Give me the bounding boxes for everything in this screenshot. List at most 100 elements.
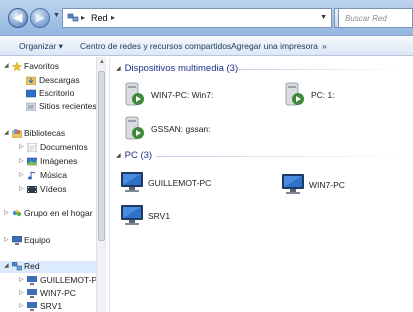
computer-item[interactable]: GUILLEMOT-PC bbox=[120, 169, 260, 197]
command-bar: Organizar ▾ Centro de redes y recursos c… bbox=[0, 36, 413, 56]
navigation-pane: ◢ Favoritos Descargas Escritorio Sitios … bbox=[0, 57, 110, 312]
nav-label: Escritorio bbox=[39, 88, 75, 98]
nav-item-videos[interactable]: ▷ Vídeos bbox=[0, 184, 96, 196]
media-device-item[interactable]: PC: 1: bbox=[283, 81, 403, 109]
organize-button[interactable]: Organizar ▾ bbox=[19, 41, 63, 52]
item-label: SRV1 bbox=[148, 211, 171, 221]
nav-label: GUILLEMOT-PC bbox=[40, 275, 104, 285]
nav-item-documents[interactable]: ▷ Documentos bbox=[0, 142, 96, 154]
search-placeholder: Buscar Red bbox=[345, 14, 387, 23]
expand-arrow-icon[interactable]: ▷ bbox=[19, 143, 24, 150]
nav-item-network-pc[interactable]: ▷ SRV1 bbox=[0, 301, 96, 312]
scroll-up-icon[interactable]: ▲ bbox=[99, 59, 105, 65]
nav-item-favorites[interactable]: ◢ Favoritos bbox=[0, 61, 96, 73]
videos-icon bbox=[27, 186, 37, 193]
collapse-arrow-icon[interactable]: ◢ bbox=[116, 66, 121, 72]
expand-arrow-icon[interactable]: ▷ bbox=[4, 236, 9, 243]
back-button[interactable]: ◀ bbox=[8, 8, 28, 28]
nav-item-music[interactable]: ▷ Música bbox=[0, 170, 96, 182]
downloads-folder-icon bbox=[26, 76, 36, 85]
content-pane: ◢ Dispositivos multimedia (3) WIN7-PC: Wi… bbox=[111, 57, 413, 312]
media-server-icon bbox=[125, 82, 144, 106]
nav-label: Descargas bbox=[39, 75, 80, 85]
nav-label: Vídeos bbox=[40, 184, 67, 194]
nav-label: Grupo en el hogar bbox=[24, 208, 93, 218]
nav-item-network-pc[interactable]: ▷ GUILLEMOT-PC bbox=[0, 275, 103, 287]
nav-item-downloads[interactable]: Descargas bbox=[0, 75, 96, 87]
collapse-arrow-icon[interactable]: ◢ bbox=[4, 262, 9, 269]
media-device-item[interactable]: GSSAN: gssan: bbox=[123, 115, 263, 143]
nav-label: Bibliotecas bbox=[24, 128, 66, 138]
nav-label: SRV1 bbox=[40, 301, 63, 311]
desktop-icon bbox=[26, 89, 36, 98]
computer-icon bbox=[27, 276, 37, 285]
music-icon bbox=[28, 171, 36, 180]
group-header-pc[interactable]: ◢ PC (3) bbox=[116, 150, 152, 162]
nav-item-homegroup[interactable]: ▷ Grupo en el hogar bbox=[0, 208, 96, 220]
recent-pages-dropdown[interactable]: ▼ bbox=[53, 12, 60, 19]
computer-icon bbox=[27, 302, 37, 311]
collapse-arrow-icon[interactable]: ◢ bbox=[116, 153, 121, 159]
address-bar[interactable]: ▸ Red ▸ ▼ bbox=[62, 8, 332, 28]
collapse-arrow-icon[interactable]: ◢ bbox=[4, 129, 9, 136]
breadcrumb-network[interactable]: Red bbox=[91, 13, 108, 23]
media-server-icon bbox=[285, 82, 304, 106]
star-icon bbox=[12, 62, 22, 71]
computer-item[interactable]: WIN7-PC bbox=[281, 171, 401, 199]
computer-icon bbox=[282, 174, 304, 194]
images-icon bbox=[27, 157, 37, 166]
libraries-icon bbox=[12, 129, 22, 138]
network-icon bbox=[12, 262, 22, 271]
nav-label: Imágenes bbox=[40, 156, 78, 166]
nav-item-recent-places[interactable]: Sitios recientes bbox=[0, 101, 97, 113]
breadcrumb-separator[interactable]: ▸ bbox=[111, 13, 115, 22]
more-commands-button[interactable]: » bbox=[322, 41, 327, 51]
breadcrumb-separator[interactable]: ▸ bbox=[81, 13, 85, 22]
item-label: WIN7-PC: Win7: bbox=[151, 90, 214, 100]
homegroup-icon bbox=[12, 210, 22, 217]
navigation-scrollbar[interactable]: ▲ bbox=[96, 57, 106, 312]
computer-icon bbox=[12, 236, 22, 245]
expand-arrow-icon[interactable]: ▷ bbox=[19, 276, 24, 283]
computer-item[interactable]: SRV1 bbox=[120, 202, 260, 230]
nav-item-computer[interactable]: ▷ Equipo bbox=[0, 235, 96, 247]
address-dropdown[interactable]: ▼ bbox=[320, 14, 327, 21]
group-divider bbox=[156, 156, 409, 157]
item-label: WIN7-PC bbox=[309, 180, 345, 190]
search-input[interactable]: Buscar Red bbox=[338, 8, 413, 28]
group-divider bbox=[239, 69, 409, 70]
item-label: GUILLEMOT-PC bbox=[148, 178, 212, 188]
nav-item-images[interactable]: ▷ Imágenes bbox=[0, 156, 96, 168]
computer-icon bbox=[121, 205, 143, 225]
nav-item-network-pc[interactable]: ▷ WIN7-PC bbox=[0, 288, 96, 300]
nav-item-network[interactable]: ◢ Red bbox=[0, 261, 96, 273]
group-header-multimedia[interactable]: ◢ Dispositivos multimedia (3) bbox=[116, 63, 238, 75]
media-server-icon bbox=[125, 116, 144, 140]
nav-item-libraries[interactable]: ◢ Bibliotecas bbox=[0, 128, 96, 140]
computer-icon bbox=[27, 289, 37, 298]
group-label: Dispositivos multimedia (3) bbox=[124, 63, 239, 74]
expand-arrow-icon[interactable]: ▷ bbox=[4, 209, 9, 216]
network-center-button[interactable]: Centro de redes y recursos compartidos bbox=[80, 41, 231, 51]
expand-arrow-icon[interactable]: ▷ bbox=[19, 289, 24, 296]
nav-label: Favoritos bbox=[24, 61, 59, 71]
group-label: PC (3) bbox=[124, 150, 153, 161]
forward-button[interactable]: ▶ bbox=[30, 8, 50, 28]
computer-icon bbox=[121, 172, 143, 192]
item-label: PC: 1: bbox=[311, 90, 335, 100]
nav-label: Equipo bbox=[24, 235, 51, 245]
expand-arrow-icon[interactable]: ▷ bbox=[19, 157, 24, 164]
scrollbar-thumb[interactable] bbox=[98, 71, 105, 241]
media-device-item[interactable]: WIN7-PC: Win7: bbox=[123, 81, 263, 109]
network-icon bbox=[67, 13, 79, 22]
collapse-arrow-icon[interactable]: ◢ bbox=[4, 62, 9, 69]
nav-label: WIN7-PC bbox=[40, 288, 76, 298]
nav-label: Documentos bbox=[40, 142, 88, 152]
nav-item-desktop[interactable]: Escritorio bbox=[0, 88, 96, 100]
add-printer-button[interactable]: Agregar una impresora bbox=[231, 41, 318, 51]
item-label: GSSAN: gssan: bbox=[151, 124, 211, 134]
recent-places-icon bbox=[26, 102, 36, 111]
expand-arrow-icon[interactable]: ▷ bbox=[19, 302, 24, 309]
expand-arrow-icon[interactable]: ▷ bbox=[19, 185, 24, 192]
expand-arrow-icon[interactable]: ▷ bbox=[19, 171, 24, 178]
